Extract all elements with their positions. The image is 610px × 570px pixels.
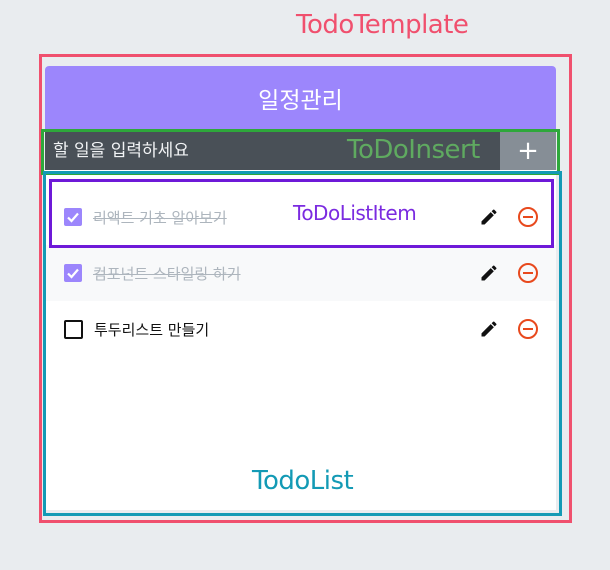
todo-list-label: TodoList — [252, 466, 354, 496]
todo-list-item-label: ToDoListItem — [293, 201, 417, 225]
todo-insert-outline — [41, 129, 560, 175]
todo-template-label: TodoTemplate — [296, 10, 469, 40]
todo-insert-label: ToDoInsert — [347, 135, 480, 165]
